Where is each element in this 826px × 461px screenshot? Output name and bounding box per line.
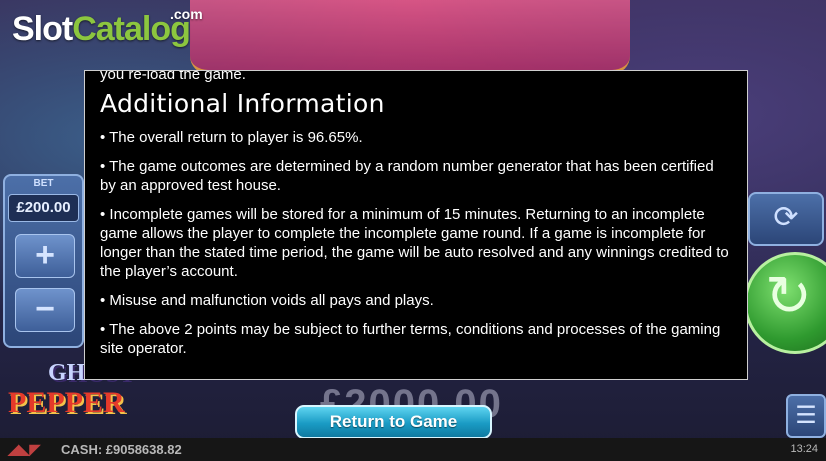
info-dialog-content: you re-load the game. Additional Informa… (100, 70, 733, 368)
info-paragraph: • The above 2 points may be subject to f… (100, 321, 721, 357)
bet-label: BET (33, 178, 54, 189)
bet-value: £200.00 (8, 194, 79, 222)
previous-section-tail: you re-load the game. (100, 70, 246, 83)
menu-button[interactable]: ☰ (786, 394, 826, 438)
watermark-slot: Slot (12, 10, 73, 48)
info-paragraph: • The game outcomes are determined by a … (100, 158, 714, 194)
watermark-tld: .com (170, 6, 203, 22)
slotcatalog-watermark: SlotCatalog .com (12, 6, 203, 49)
provider-logo-icon: ◢◣◤ (8, 441, 41, 457)
info-paragraph: • Misuse and malfunction voids all pays … (100, 292, 434, 309)
info-paragraph: • The overall return to player is 96.65%… (100, 129, 363, 146)
cash-balance: CASH: £9058638.82 (61, 442, 182, 457)
bet-increase-button[interactable]: + (15, 234, 75, 278)
autoplay-button[interactable]: ⟳ (748, 192, 824, 246)
hamburger-menu-icon: ☰ (795, 401, 817, 429)
return-to-game-button[interactable]: Return to Game (295, 405, 492, 439)
section-heading: Additional Information (100, 89, 385, 118)
status-bar: ◢◣◤ CASH: £9058638.82 13:24 (0, 438, 826, 461)
game-logo-line2: PEPPER (8, 386, 125, 419)
clock: 13:24 (790, 443, 818, 455)
info-dialog[interactable]: you re-load the game. Additional Informa… (84, 70, 748, 380)
bet-panel: BET £200.00 + − (3, 174, 84, 348)
bet-decrease-button[interactable]: − (15, 288, 75, 332)
slot-machine-marquee (190, 0, 630, 74)
spin-arrow-icon: ↻ (765, 264, 812, 329)
info-paragraph: • Incomplete games will be stored for a … (100, 206, 729, 280)
refresh-icon: ⟳ (773, 200, 799, 235)
